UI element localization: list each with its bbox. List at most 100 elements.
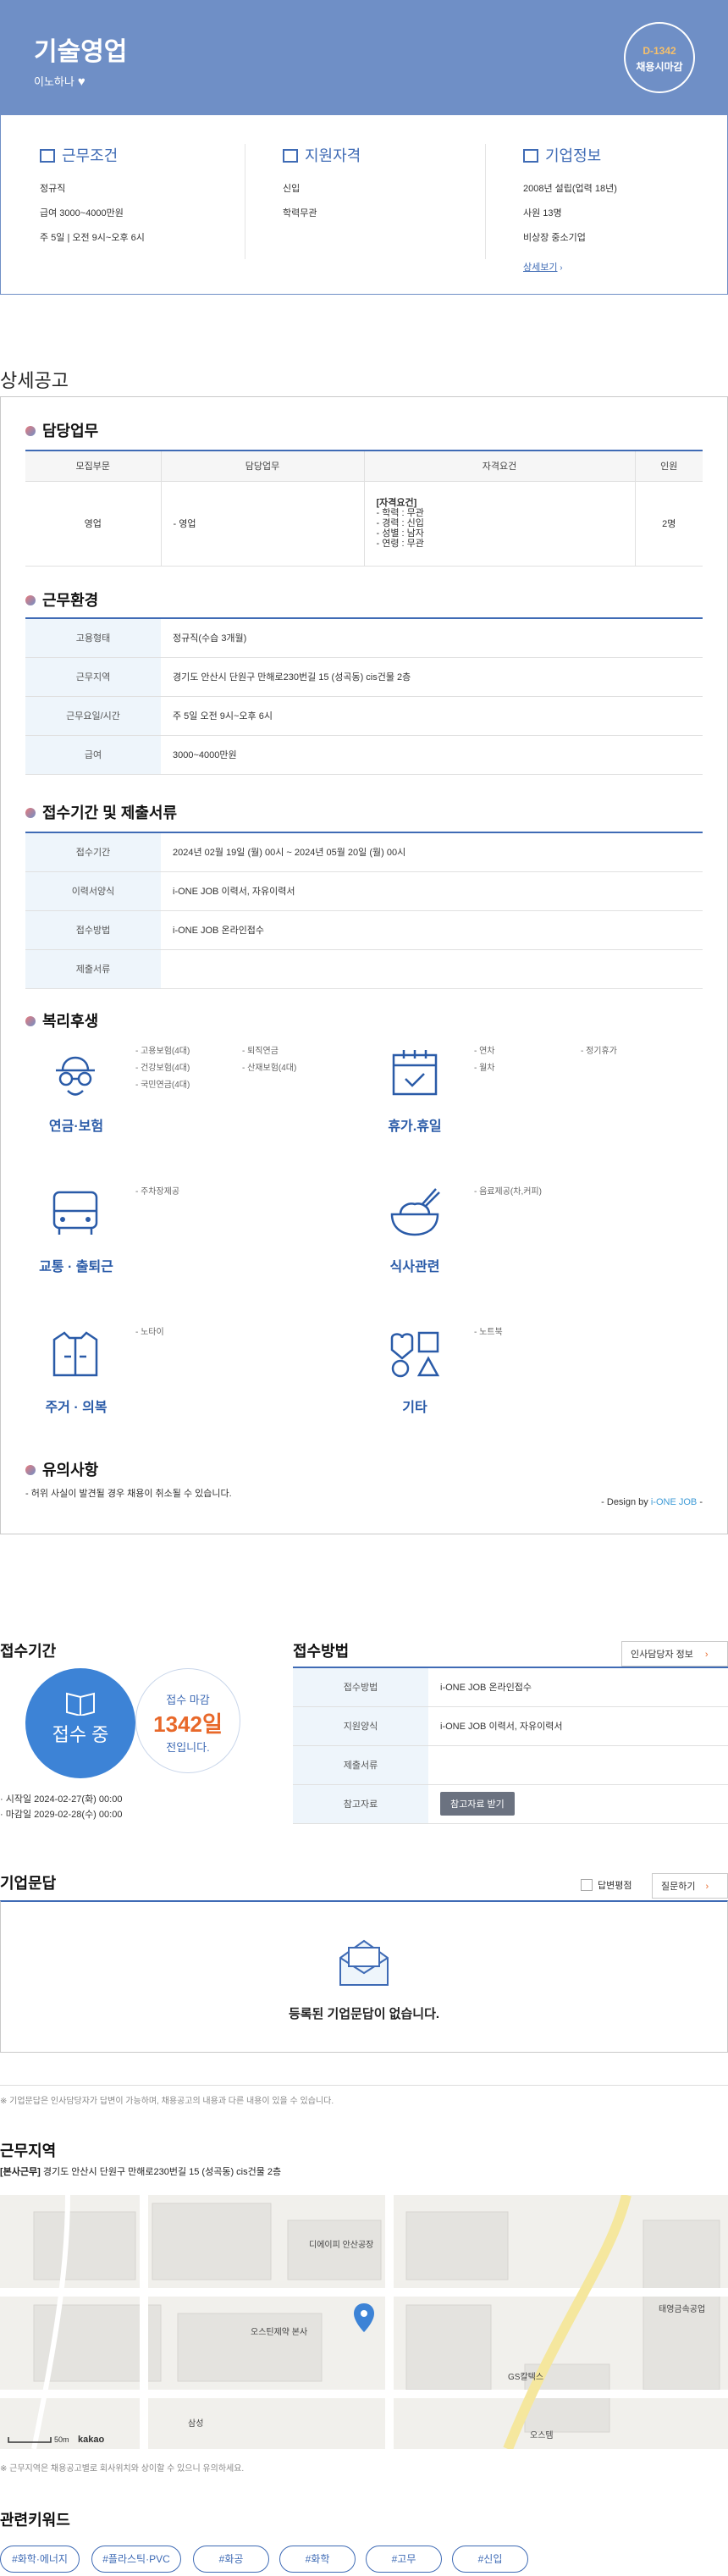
company-employees: 사원 13명: [523, 208, 562, 218]
rating-checkbox[interactable]: 답변평점: [581, 1878, 631, 1892]
company-name: 이노하나 ♥: [34, 73, 85, 89]
welfare-item: - 연차: [474, 1047, 495, 1056]
chevron-right-icon: ›: [704, 1650, 709, 1660]
apply-end: · 마감일 2029-02-28(수) 00:00: [0, 1810, 123, 1820]
map-label: GS칼텍스: [508, 2371, 543, 2382]
row-key: 접수방법: [25, 910, 161, 950]
keyword-tag[interactable]: #신입: [452, 2546, 528, 2573]
table-row: 근무지역 경기도 안산시 단원구 만해로230번길 15 (성곡동) cis건물 …: [25, 657, 703, 697]
ask-question-button[interactable]: 질문하기 ›: [652, 1873, 728, 1899]
qualification-title: 지원자격: [305, 147, 361, 164]
reference-download-button[interactable]: 참고자료 받기: [440, 1792, 515, 1816]
row-key: 근무요일/시간: [25, 696, 161, 736]
row-key: 제출서류: [25, 949, 161, 989]
map-label: 디에이피 안산공장: [309, 2240, 373, 2250]
dday-count: D-1342: [643, 45, 676, 57]
bullet-icon: [25, 595, 36, 605]
welfare-heading-text: 복리후생: [42, 1013, 99, 1030]
location-tag: [본사근무]: [0, 2167, 41, 2177]
company-name-text[interactable]: 이노하나: [34, 75, 74, 88]
keyword-tag[interactable]: #고무: [366, 2546, 442, 2573]
heart-icon[interactable]: ♥: [78, 75, 85, 89]
row-key: 참고자료: [293, 1784, 428, 1824]
checkbox-icon[interactable]: [581, 1879, 593, 1891]
row-key: 이력서양식: [25, 871, 161, 911]
work-condition-title: 근무조건: [62, 147, 119, 164]
keyword-tag[interactable]: #화학·에너지: [0, 2546, 80, 2573]
location-title: 근무지역: [0, 2142, 57, 2159]
status-circle: 접수 중: [25, 1668, 135, 1778]
divider: [0, 2085, 728, 2086]
welfare-label: 휴가.휴일: [388, 1119, 442, 1134]
table-row: 참고자료 참고자료 받기: [293, 1784, 728, 1824]
qual-career: 신입: [283, 184, 301, 194]
keyword-tag[interactable]: #화학: [279, 2546, 356, 2573]
map-label: 오스틴제약 본사: [251, 2327, 307, 2337]
row-key: 근무지역: [25, 657, 161, 697]
row-value: 주 5일 오전 9시~오후 6시: [161, 696, 703, 736]
table-row: 영업 - 영업 [자격요건] - 학력 : 무관 - 경력 : 신입 - 성별 …: [25, 481, 703, 567]
dday-badge: D-1342 채용시마감: [624, 22, 695, 93]
welfare-label: 식사관련: [389, 1260, 440, 1274]
deadline-circle: 접수 마감 1342일 전입니다.: [135, 1668, 240, 1773]
welfare-item: - 노타이: [135, 1328, 164, 1337]
welfare-items: - 정기휴가: [581, 1043, 617, 1060]
deadline-days: 1342일: [153, 1711, 223, 1737]
submit-heading-text: 접수기간 및 제출서류: [42, 804, 178, 821]
apply-status: 접수 중: [52, 1724, 109, 1745]
detail-title: 상세공고: [0, 370, 69, 391]
table-row: 이력서양식 i-ONE JOB 이력서, 자유이력서: [25, 871, 703, 911]
duty-part: 영업: [25, 481, 161, 567]
apply-start: · 시작일 2024-02-27(화) 00:00: [0, 1794, 123, 1805]
company-founded: 2008년 설립(업력 18년): [523, 184, 617, 194]
map[interactable]: 디에이피 안산공장 오스틴제약 본사 삼성 태영금속공업 GS칼텍스 오스템 5…: [0, 2195, 728, 2449]
duty-count: 2명: [634, 481, 703, 567]
qa-box: 등록된 기업문답이 없습니다.: [0, 1900, 728, 2053]
company-detail-link[interactable]: 상세보기: [523, 263, 557, 273]
welfare-item: - 정기휴가: [581, 1047, 617, 1056]
welfare-label: 기타: [402, 1401, 427, 1415]
design-credit: - Design by i-ONE JOB -: [593, 1497, 703, 1507]
work-type: 정규직: [40, 184, 66, 194]
welfare-heading: 복리후생: [25, 1009, 98, 1031]
company-info: 기업정보 2008년 설립(업력 18년) 사원 13명 비상장 중소기업 상세…: [523, 144, 718, 274]
welfare-item: - 주차장제공: [135, 1187, 180, 1197]
row-value: 2024년 02월 19일 (월) 00시 ~ 2024년 05월 20일 (월…: [161, 832, 703, 872]
job-title: 기술영업: [34, 38, 128, 66]
divider: [485, 144, 486, 259]
row-key: 접수방법: [293, 1667, 428, 1707]
row-key: 고용형태: [25, 618, 161, 658]
duty-requirements: [자격요건] - 학력 : 무관 - 경력 : 신입 - 성별 : 남자 - 연…: [363, 481, 635, 567]
duty-heading: 담당업무: [25, 419, 98, 441]
hr-info-button[interactable]: 인사담당자 정보 ›: [621, 1641, 728, 1667]
row-value: i-ONE JOB 이력서, 자유이력서: [161, 871, 703, 911]
calendar-icon: [392, 1050, 438, 1096]
table-row: 접수방법 i-ONE JOB 온라인접수: [25, 910, 703, 950]
deadline-suffix: 전입니다.: [166, 1741, 210, 1754]
company-info-title: 기업정보: [545, 147, 602, 164]
keyword-tag[interactable]: #화공: [193, 2546, 269, 2573]
col-header: 모집부문: [25, 451, 161, 482]
qa-empty-text: 등록된 기업문답이 없습니다.: [288, 2007, 440, 2021]
row-value: [428, 1745, 728, 1785]
row-key: 접수기간: [25, 832, 161, 872]
row-key: 급여: [25, 735, 161, 775]
qa-title: 기업문답: [0, 1875, 57, 1892]
building-icon: [523, 149, 538, 163]
meal-bowl-icon: [390, 1188, 440, 1236]
row-value: i-ONE JOB 온라인접수: [428, 1667, 728, 1707]
qa-note: ※ 기업문답은 인사담당자가 답변이 가능하며, 채용공고의 내용과 다른 내용…: [0, 2097, 334, 2106]
design-brand[interactable]: i-ONE JOB: [651, 1497, 697, 1507]
duty-heading-text: 담당업무: [42, 423, 99, 439]
table-row: 접수기간 2024년 02월 19일 (월) 00시 ~ 2024년 05월 20…: [25, 832, 703, 872]
location-note: ※ 근무지역은 채용공고별로 회사위치와 상이할 수 있으니 유의하세요.: [0, 2464, 245, 2474]
bullet-icon: [25, 1016, 36, 1026]
apply-method-table: 접수방법 i-ONE JOB 온라인접수 지원양식 i-ONE JOB 이력서, 자…: [293, 1667, 728, 1824]
keyword-tag[interactable]: #플라스틱·PVC: [91, 2546, 181, 2573]
table-row: 제출서류: [293, 1745, 728, 1785]
bus-icon: [52, 1191, 98, 1235]
req-line: - 학력 : 무관: [376, 508, 424, 518]
ask-question-label: 질문하기: [661, 1882, 696, 1892]
welfare-item: - 건강보험(4대): [135, 1064, 190, 1073]
req-line: - 성별 : 남자: [376, 528, 424, 539]
